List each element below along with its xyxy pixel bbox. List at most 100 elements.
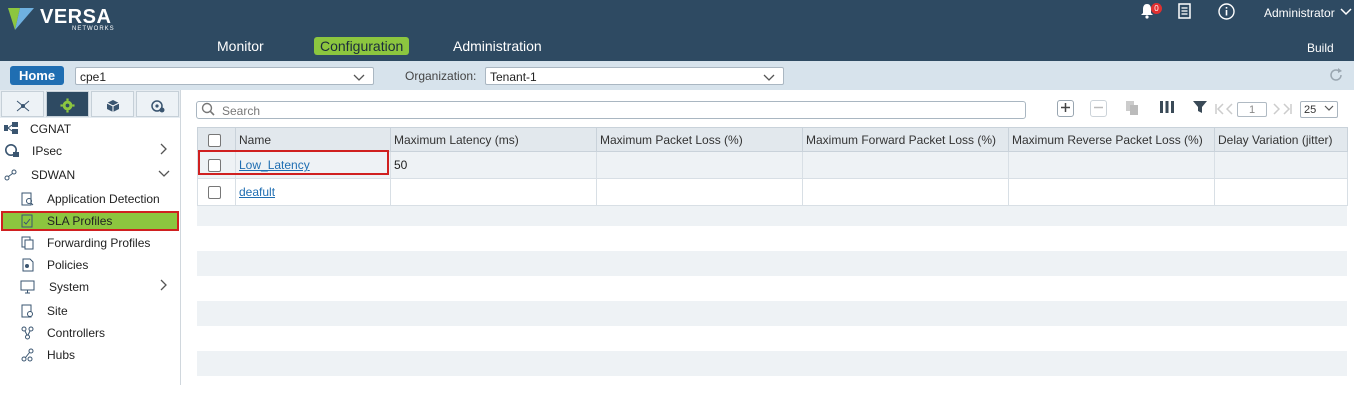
sidebar-item-application-detection[interactable]: Application Detection	[0, 189, 178, 209]
brand-subtitle: NETWORKS	[72, 26, 115, 32]
sidebar-item-ipsec[interactable]: IPsec	[0, 141, 178, 161]
search-placeholder: Search	[222, 104, 261, 118]
next-page-icon[interactable]	[1272, 102, 1281, 118]
row-select-cell[interactable]	[197, 178, 236, 206]
sidebar-item-label: System	[49, 280, 90, 294]
gear-icon	[60, 98, 75, 113]
plus-icon	[1061, 103, 1070, 112]
appliance-select-value: cpe1	[80, 70, 107, 84]
sidebar-item-sdwan[interactable]: SDWAN	[0, 165, 178, 185]
jitter-cell	[1214, 178, 1348, 206]
column-header[interactable]: Maximum Reverse Packet Loss (%)	[1008, 127, 1215, 152]
page-number-input[interactable]: 1	[1237, 102, 1267, 117]
sidebar-item-label: CGNAT	[30, 122, 72, 136]
sidebar-item-hubs[interactable]: Hubs	[0, 345, 178, 365]
sidebar-item-label: SDWAN	[31, 168, 76, 182]
sidebar-item-label: SLA Profiles	[47, 214, 113, 228]
sidebar-item-site[interactable]: Site	[0, 301, 178, 321]
tab-objects[interactable]	[91, 91, 134, 117]
detect-icon	[20, 192, 34, 206]
sidebar-item-cgnat[interactable]: CGNAT	[0, 119, 178, 139]
sidebar-item-label: Hubs	[47, 348, 76, 362]
sidebar-item-label: Controllers	[47, 326, 106, 340]
chevron-down-icon[interactable]	[1340, 5, 1352, 20]
max-packet-loss-cell	[596, 151, 803, 179]
empty-row	[197, 376, 1347, 401]
build-link[interactable]: Build	[1307, 41, 1334, 55]
table-header-row: Name Maximum Latency (ms) Maximum Packet…	[197, 127, 1348, 152]
versa-logo-icon	[8, 8, 34, 30]
column-header[interactable]: Delay Variation (jitter)	[1214, 127, 1348, 152]
add-button[interactable]	[1057, 100, 1074, 117]
max-latency-cell	[390, 178, 597, 206]
chevron-down-icon[interactable]	[158, 165, 170, 185]
nav-monitor[interactable]: Monitor	[217, 38, 264, 54]
hubs-icon	[20, 348, 34, 362]
select-all-checkbox[interactable]	[208, 133, 221, 147]
sidebar-item-label: Site	[47, 304, 68, 318]
appliance-select[interactable]: cpe1	[75, 67, 374, 85]
delete-button[interactable]	[1090, 100, 1107, 117]
chevron-right-icon[interactable]	[158, 277, 168, 297]
table-row[interactable]: deafult	[197, 178, 1348, 206]
profile-link[interactable]: deafult	[239, 185, 275, 199]
columns-icon[interactable]	[1160, 100, 1174, 117]
select-all-header[interactable]	[197, 127, 236, 152]
empty-row	[197, 251, 1347, 276]
empty-row	[197, 301, 1347, 326]
row-checkbox[interactable]	[208, 186, 221, 200]
sidebar-item-label: IPsec	[32, 144, 63, 158]
jitter-cell	[1214, 151, 1348, 179]
column-header[interactable]: Name	[235, 127, 391, 152]
filter-icon[interactable]	[1193, 100, 1207, 117]
max-latency-cell: 50	[390, 151, 597, 179]
nav-configuration[interactable]: Configuration	[314, 37, 410, 55]
chevron-down-icon	[353, 68, 365, 86]
sidebar-item-forwarding-profiles[interactable]: Forwarding Profiles	[0, 233, 178, 253]
site-icon	[20, 304, 34, 318]
versa-logo: VERSA NETWORKS	[6, 4, 136, 32]
empty-row	[197, 326, 1347, 351]
clone-icon[interactable]	[1125, 100, 1139, 119]
tab-network[interactable]	[1, 91, 44, 117]
sidebar-item-sla-profiles[interactable]: SLA Profiles	[0, 211, 178, 231]
user-menu[interactable]: Administrator	[1264, 6, 1335, 20]
tab-configuration[interactable]	[46, 91, 89, 117]
notification-badge: 0	[1151, 3, 1162, 14]
forward-icon	[20, 236, 34, 250]
tab-settings[interactable]	[136, 91, 179, 117]
column-header[interactable]: Maximum Forward Packet Loss (%)	[802, 127, 1009, 152]
organization-select[interactable]: Tenant-1	[485, 67, 784, 85]
column-header[interactable]: Maximum Packet Loss (%)	[596, 127, 803, 152]
controllers-icon	[20, 326, 34, 340]
empty-row	[197, 226, 1347, 251]
sidebar-item-system[interactable]: System	[0, 277, 178, 297]
name-cell: deafult	[235, 178, 391, 206]
organization-select-value: Tenant-1	[490, 70, 537, 84]
policy-icon	[20, 258, 34, 272]
home-button[interactable]: Home	[10, 66, 64, 85]
search-input[interactable]	[196, 101, 1026, 119]
max-rev-loss-cell	[1008, 151, 1215, 179]
first-page-icon[interactable]	[1215, 102, 1225, 118]
sidebar-item-policies[interactable]: Policies	[0, 255, 178, 275]
last-page-icon[interactable]	[1282, 102, 1292, 118]
column-header[interactable]: Maximum Latency (ms)	[390, 127, 597, 152]
prev-page-icon[interactable]	[1225, 102, 1234, 118]
sidebar-item-label: Policies	[47, 258, 89, 272]
row-highlight-box	[198, 150, 389, 175]
info-icon[interactable]	[1218, 3, 1235, 23]
page-size-select[interactable]: 25	[1300, 101, 1338, 118]
refresh-icon[interactable]	[1328, 67, 1344, 88]
page-size-value: 25	[1304, 104, 1317, 116]
sidebar-item-controllers[interactable]: Controllers	[0, 323, 178, 343]
cube-icon	[106, 99, 119, 112]
chevron-right-icon[interactable]	[158, 141, 168, 161]
max-fwd-loss-cell	[802, 151, 1009, 179]
sidebar-item-label: Application Detection	[47, 192, 160, 206]
empty-row	[197, 276, 1347, 301]
max-packet-loss-cell	[596, 178, 803, 206]
sdwan-icon	[4, 168, 18, 182]
task-list-icon[interactable]	[1178, 3, 1191, 22]
nav-administration[interactable]: Administration	[453, 38, 542, 54]
